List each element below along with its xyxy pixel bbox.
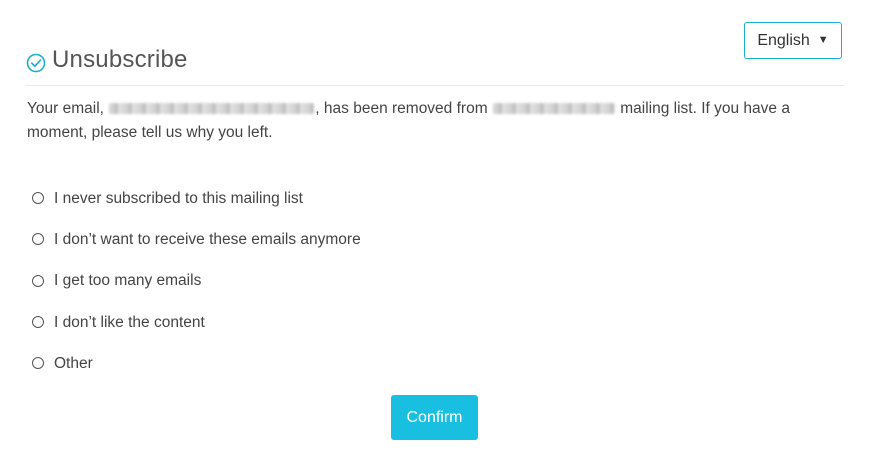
reason-label: I get too many emails bbox=[54, 272, 202, 290]
unsubscribe-message: Your email, , has been removed from mail… bbox=[27, 97, 837, 145]
radio-button[interactable] bbox=[32, 233, 44, 246]
radio-button[interactable] bbox=[32, 357, 44, 370]
language-select-value: English bbox=[757, 31, 810, 49]
redacted-company-name bbox=[492, 103, 615, 115]
reason-option[interactable]: I get too many emails bbox=[32, 261, 361, 302]
reason-label: I don’t want to receive these emails any… bbox=[54, 230, 361, 248]
reason-label: I don’t like the content bbox=[54, 313, 205, 331]
message-text-1: Your email, bbox=[27, 100, 104, 117]
radio-button[interactable] bbox=[32, 274, 44, 287]
reason-label: I never subscribed to this mailing list bbox=[54, 189, 303, 207]
reason-option[interactable]: I don’t want to receive these emails any… bbox=[32, 219, 361, 260]
page-header: Unsubscribe bbox=[26, 46, 188, 74]
unsubscribe-page: English ▼ Unsubscribe Your email, , has … bbox=[0, 0, 869, 464]
confirm-button[interactable]: Confirm bbox=[391, 395, 478, 440]
divider bbox=[26, 85, 844, 86]
reason-option[interactable]: I never subscribed to this mailing list bbox=[32, 178, 361, 219]
reason-option[interactable]: Other bbox=[32, 343, 361, 384]
redacted-email bbox=[109, 103, 315, 115]
reason-options: I never subscribed to this mailing list … bbox=[32, 178, 361, 384]
language-select[interactable]: English ▼ bbox=[744, 22, 842, 59]
page-title: Unsubscribe bbox=[52, 46, 188, 73]
message-text-2: , has been removed from bbox=[315, 100, 488, 117]
caret-down-icon: ▼ bbox=[817, 34, 829, 46]
reason-option[interactable]: I don’t like the content bbox=[32, 302, 361, 343]
radio-button[interactable] bbox=[32, 192, 44, 205]
reason-label: Other bbox=[54, 354, 93, 372]
check-circle-icon bbox=[26, 53, 46, 73]
radio-button[interactable] bbox=[32, 316, 44, 329]
